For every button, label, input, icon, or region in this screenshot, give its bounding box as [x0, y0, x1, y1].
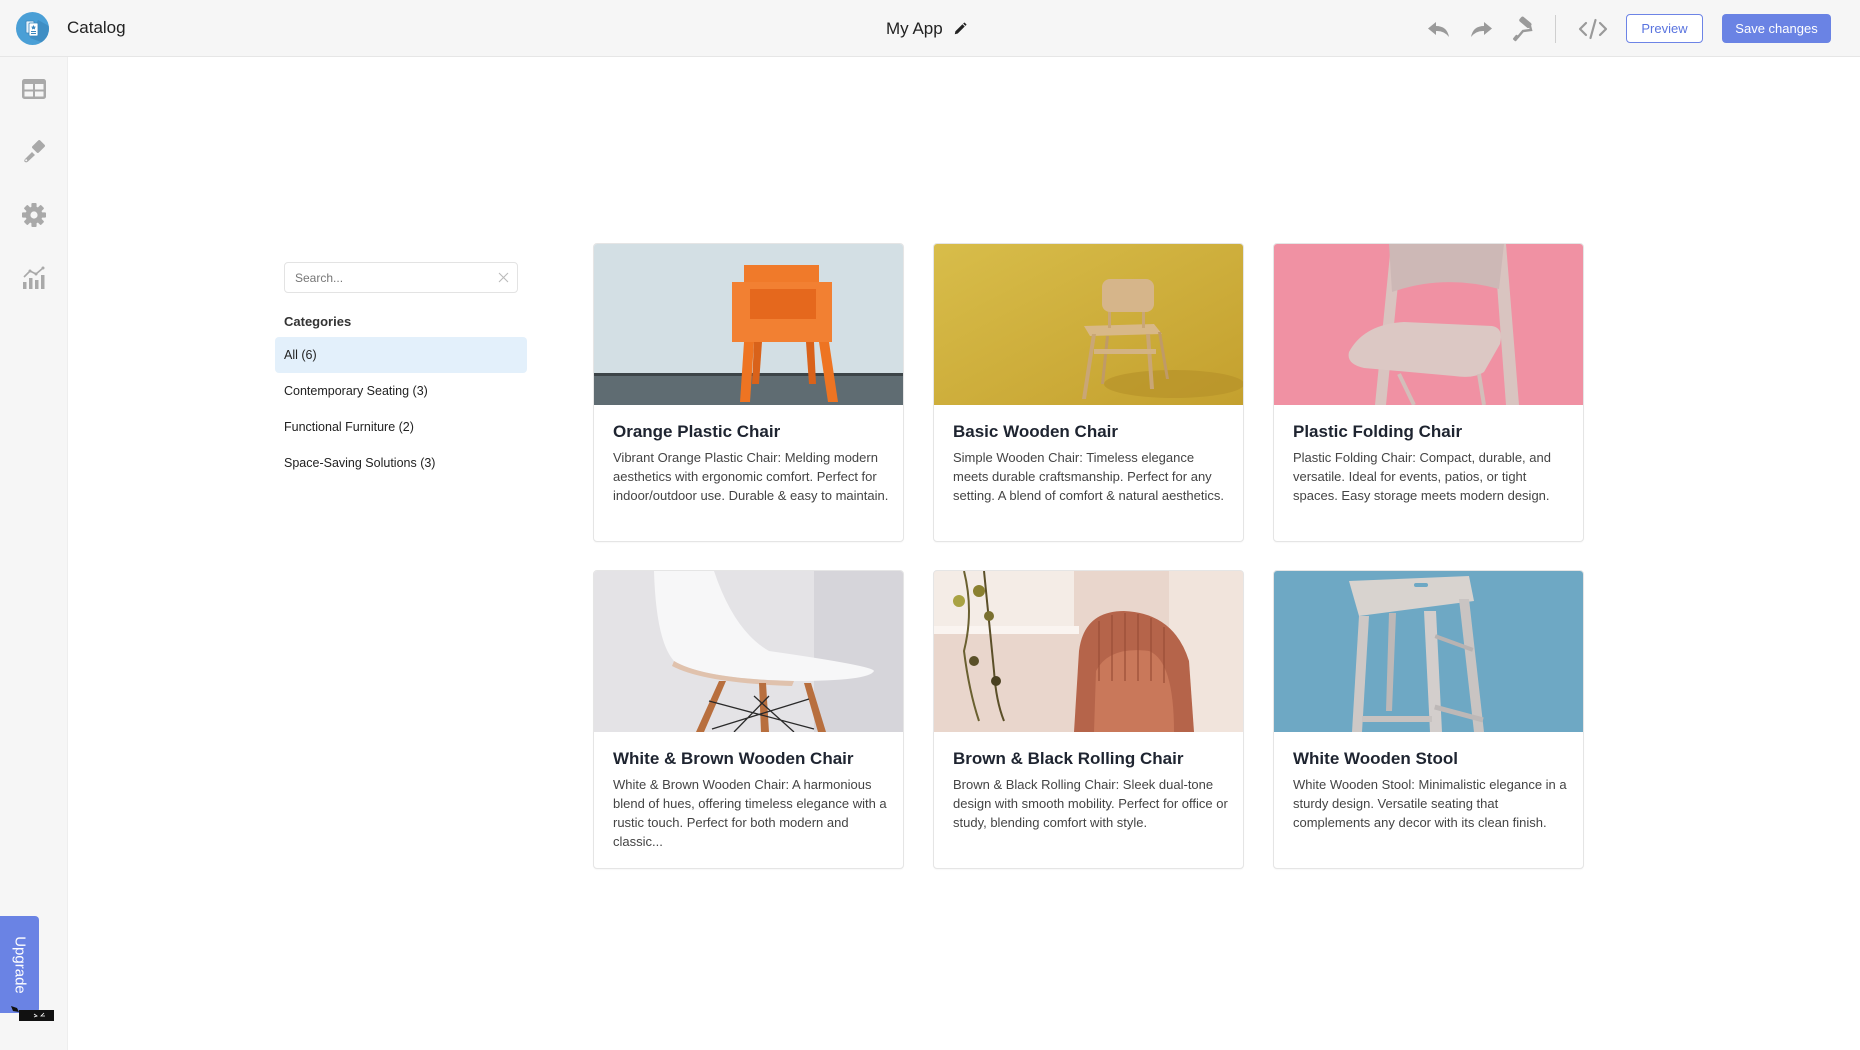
category-list: All (6) Contemporary Seating (3) Functio… — [275, 337, 527, 481]
undo-icon[interactable] — [1426, 16, 1452, 42]
top-bar: Catalog My App Preview Save changes — [0, 0, 1860, 57]
app-title-text: My App — [886, 19, 943, 38]
product-description: Simple Wooden Chair: Timeless elegance m… — [953, 450, 1224, 503]
product-title: White & Brown Wooden Chair — [613, 749, 854, 768]
product-image-white-brown-chair — [594, 571, 903, 732]
categories-heading: Categories — [284, 314, 352, 329]
category-item-all[interactable]: All (6) — [275, 337, 527, 373]
edit-pencil-icon[interactable] — [953, 22, 967, 36]
product-card[interactable]: Basic Wooden Chair Simple Wooden Chair: … — [933, 243, 1244, 542]
upgrade-button[interactable]: Upgrade — [0, 916, 39, 1013]
redo-icon[interactable] — [1468, 16, 1494, 42]
product-card[interactable]: Brown & Black Rolling Chair Brown & Blac… — [933, 570, 1244, 869]
search-input[interactable] — [295, 263, 485, 292]
clear-search-icon[interactable] — [498, 272, 509, 283]
app-title[interactable]: My App — [886, 19, 967, 39]
catalog-logo-icon — [16, 12, 49, 45]
category-item-functional-furniture[interactable]: Functional Furniture (2) — [275, 409, 527, 445]
product-title: Basic Wooden Chair — [953, 422, 1118, 441]
product-image-folding-chair — [1274, 244, 1583, 405]
preview-button[interactable]: Preview — [1626, 14, 1703, 43]
product-image-wooden-stool — [1274, 571, 1583, 732]
product-title: White Wooden Stool — [1293, 749, 1458, 768]
gear-icon[interactable] — [21, 202, 47, 228]
product-description: Plastic Folding Chair: Compact, durable,… — [1293, 450, 1551, 503]
product-title: Plastic Folding Chair — [1293, 422, 1463, 441]
code-icon[interactable] — [1577, 16, 1609, 42]
product-description: Brown & Black Rolling Chair: Sleek dual-… — [953, 777, 1228, 830]
category-item-contemporary-seating[interactable]: Contemporary Seating (3) — [275, 373, 527, 409]
app-name: Catalog — [67, 18, 126, 37]
toolbar-divider — [1555, 15, 1556, 43]
product-title: Orange Plastic Chair — [613, 422, 781, 441]
paint-roller-icon[interactable] — [1510, 16, 1536, 42]
left-rail: Upgrade — [0, 57, 68, 1050]
product-card[interactable]: Plastic Folding Chair Plastic Folding Ch… — [1273, 243, 1584, 542]
product-image-orange-chair — [594, 244, 903, 405]
save-changes-button[interactable]: Save changes — [1722, 14, 1831, 43]
ninja-logo-icon — [11, 1006, 54, 1021]
product-image-wooden-chair — [934, 244, 1243, 405]
product-card[interactable]: White & Brown Wooden Chair White & Brown… — [593, 570, 904, 869]
search-field[interactable] — [284, 262, 518, 293]
product-title: Brown & Black Rolling Chair — [953, 749, 1184, 768]
product-card[interactable]: White Wooden Stool White Wooden Stool: M… — [1273, 570, 1584, 869]
product-description: White & Brown Wooden Chair: A harmonious… — [613, 777, 887, 849]
upgrade-label: Upgrade — [11, 935, 28, 994]
product-card[interactable]: Orange Plastic Chair Vibrant Orange Plas… — [593, 243, 904, 542]
product-description: Vibrant Orange Plastic Chair: Melding mo… — [613, 450, 889, 503]
product-image-rolling-chair — [934, 571, 1243, 732]
category-item-space-saving-solutions[interactable]: Space-Saving Solutions (3) — [275, 445, 527, 481]
brush-icon[interactable] — [21, 139, 47, 165]
product-description: White Wooden Stool: Minimalistic eleganc… — [1293, 777, 1567, 830]
table-icon[interactable] — [21, 76, 47, 102]
analytics-icon[interactable] — [21, 265, 47, 291]
